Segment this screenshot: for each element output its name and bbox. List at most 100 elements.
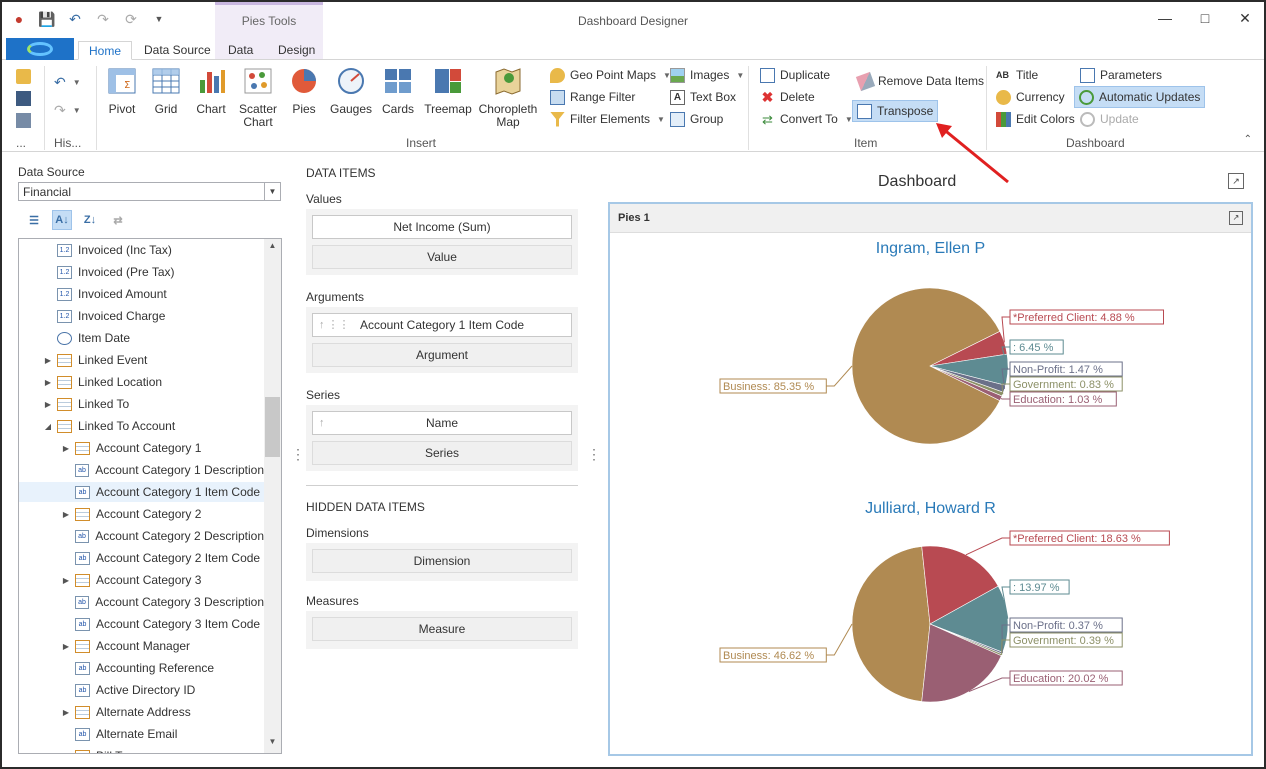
chevron-down-icon[interactable]: ▼ [264,183,280,200]
maximize-icon[interactable]: □ [1198,10,1212,27]
title-button[interactable]: AB Title [996,65,1038,85]
series-item[interactable]: ↑ Name [312,411,572,435]
tree-field-item[interactable]: 1.2 Invoiced (Pre Tax) [19,262,264,282]
tree-field-item[interactable]: ▶ Linked To [19,394,264,414]
tree-field-item[interactable]: ▶ Account Category 2 [19,504,264,524]
argument-placeholder[interactable]: Argument [312,343,572,367]
scatter-chart-button[interactable]: Scatter Chart [232,66,284,129]
tree-field-item[interactable]: ▶ Alternate Address [19,702,264,722]
images-button[interactable]: Images ▼ [670,65,744,85]
tab-design[interactable]: Design [268,41,325,60]
update-button[interactable]: Update [1080,109,1139,129]
tree-field-item[interactable]: ▶ Account Manager [19,636,264,656]
expand-arrow-icon[interactable]: ▶ [43,356,53,365]
tree-field-item[interactable]: ◢ Linked To Account [19,416,264,436]
tree-field-item[interactable]: Item Date [19,328,264,348]
refresh-fields-icon[interactable]: ⇄ [108,210,128,230]
expand-arrow-icon[interactable]: ▶ [61,510,71,519]
undo-button[interactable]: ↶ ▼ [54,72,81,92]
automatic-updates-button[interactable]: Automatic Updates [1074,86,1206,108]
customize-qat-icon[interactable]: ▼ [150,10,168,28]
tab-data-source[interactable]: Data Source [134,41,221,60]
convert-to-button[interactable]: ⇄ Convert To ▼ [760,109,853,129]
expand-arrow-icon[interactable]: ▶ [61,576,71,585]
choropleth-map-button[interactable]: Choropleth Map [478,66,538,129]
tree-field-item[interactable]: ▶ Bill To [19,746,264,754]
scroll-up-icon[interactable]: ▲ [264,241,281,255]
treemap-button[interactable]: Treemap [422,66,474,116]
app-menu-button[interactable] [6,38,74,60]
pie-slice[interactable] [851,546,931,702]
close-icon[interactable]: ✕ [1238,10,1252,27]
expand-arrow-icon[interactable]: ▶ [61,444,71,453]
save-icon[interactable]: 💾 [38,10,56,28]
expand-arrow-icon[interactable]: ▶ [61,642,71,651]
pies-button[interactable]: Pies [278,66,330,116]
export-icon[interactable]: ↗ [1228,173,1244,189]
tree-field-item[interactable]: ab Account Category 3 Description [19,592,264,612]
tree-field-item[interactable]: ab Account Category 2 Item Code [19,548,264,568]
measure-placeholder[interactable]: Measure [312,617,572,641]
sort-ascending-icon[interactable]: A↓ [52,210,72,230]
expand-arrow-icon[interactable]: ◢ [43,422,53,431]
tree-field-item[interactable]: 1.2 Invoiced Charge [19,306,264,326]
tree-field-item[interactable]: ▶ Linked Location [19,372,264,392]
scroll-thumb[interactable] [265,397,280,457]
tab-home[interactable]: Home [78,41,133,60]
sort-descending-icon[interactable]: Z↓ [80,210,100,230]
expand-arrow-icon[interactable]: ▶ [61,708,71,717]
gauges-button[interactable]: Gauges [325,66,377,116]
left-splitter[interactable]: ⋮ [291,447,305,461]
save-as-button[interactable] [16,110,31,130]
expand-arrow-icon[interactable]: ▶ [43,378,53,387]
text-box-button[interactable]: A Text Box [670,87,736,107]
tree-field-item[interactable]: ab Account Category 1 Item Code [19,482,264,502]
tree-field-item[interactable]: 1.2 Invoiced Amount [19,284,264,304]
remove-data-items-button[interactable]: Remove Data Items [855,71,984,91]
dimension-placeholder[interactable]: Dimension [312,549,572,573]
tree-field-item[interactable]: ▶ Account Category 1 [19,438,264,458]
tab-data[interactable]: Data [218,41,263,60]
series-placeholder[interactable]: Series [312,441,572,465]
expand-arrow-icon[interactable]: ▶ [43,400,53,409]
group-by-type-icon[interactable]: ☰ [24,210,44,230]
transpose-button[interactable]: Transpose [852,100,939,122]
arguments-item[interactable]: ↑ ⋮⋮ Account Category 1 Item Code [312,313,572,337]
value-placeholder[interactable]: Value [312,245,572,269]
range-filter-button[interactable]: Range Filter [550,87,635,107]
values-item[interactable]: Net Income (Sum) [312,215,572,239]
scroll-down-icon[interactable]: ▼ [264,737,281,751]
refresh-icon[interactable]: ⟳ [122,10,140,28]
tree-field-item[interactable]: ab Account Category 2 Description [19,526,264,546]
cards-button[interactable]: Cards [372,66,424,116]
data-source-combo[interactable]: Financial ▼ [18,182,281,201]
group-button[interactable]: Group [670,109,723,129]
tree-field-item[interactable]: ab Accounting Reference [19,658,264,678]
tree-field-item[interactable]: ab Account Category 1 Description [19,460,264,480]
tree-scrollbar[interactable]: ▲ ▼ [264,239,281,753]
delete-button[interactable]: ✖ Delete [760,87,815,107]
open-button[interactable] [16,66,31,86]
minimize-icon[interactable]: — [1158,10,1172,27]
expand-arrow-icon[interactable]: ▶ [61,752,71,754]
tree-field-item[interactable]: ab Alternate Email [19,724,264,744]
redo-button[interactable]: ↷ ▼ [54,100,81,120]
pies-item[interactable]: Pies 1 ↗ Ingram, Ellen P Julliard, Howar… [608,202,1253,756]
collapse-ribbon-icon[interactable]: ⌃ [1244,134,1252,145]
filter-elements-button[interactable]: Filter Elements ▼ [550,109,665,129]
save-button[interactable] [16,88,31,108]
tree-field-item[interactable]: ▶ Account Category 3 [19,570,264,590]
tree-field-item[interactable]: ab Active Directory ID [19,680,264,700]
chart-button[interactable]: Chart [185,66,237,116]
geo-point-maps-button[interactable]: Geo Point Maps ▼ [550,65,671,85]
duplicate-button[interactable]: Duplicate [760,65,830,85]
redo-icon[interactable]: ↷ [94,10,112,28]
pie-charts[interactable]: Business: 85.35 % *Preferred Client: 4.88… [610,234,1251,754]
parameters-button[interactable]: Parameters [1080,65,1162,85]
undo-icon[interactable]: ↶ [66,10,84,28]
tree-field-item[interactable]: ▶ Linked Event [19,350,264,370]
tree-field-item[interactable]: ab Account Category 3 Item Code [19,614,264,634]
item-export-icon[interactable]: ↗ [1229,211,1243,225]
right-splitter[interactable]: ⋮ [587,447,601,461]
currency-button[interactable]: Currency [996,87,1065,107]
